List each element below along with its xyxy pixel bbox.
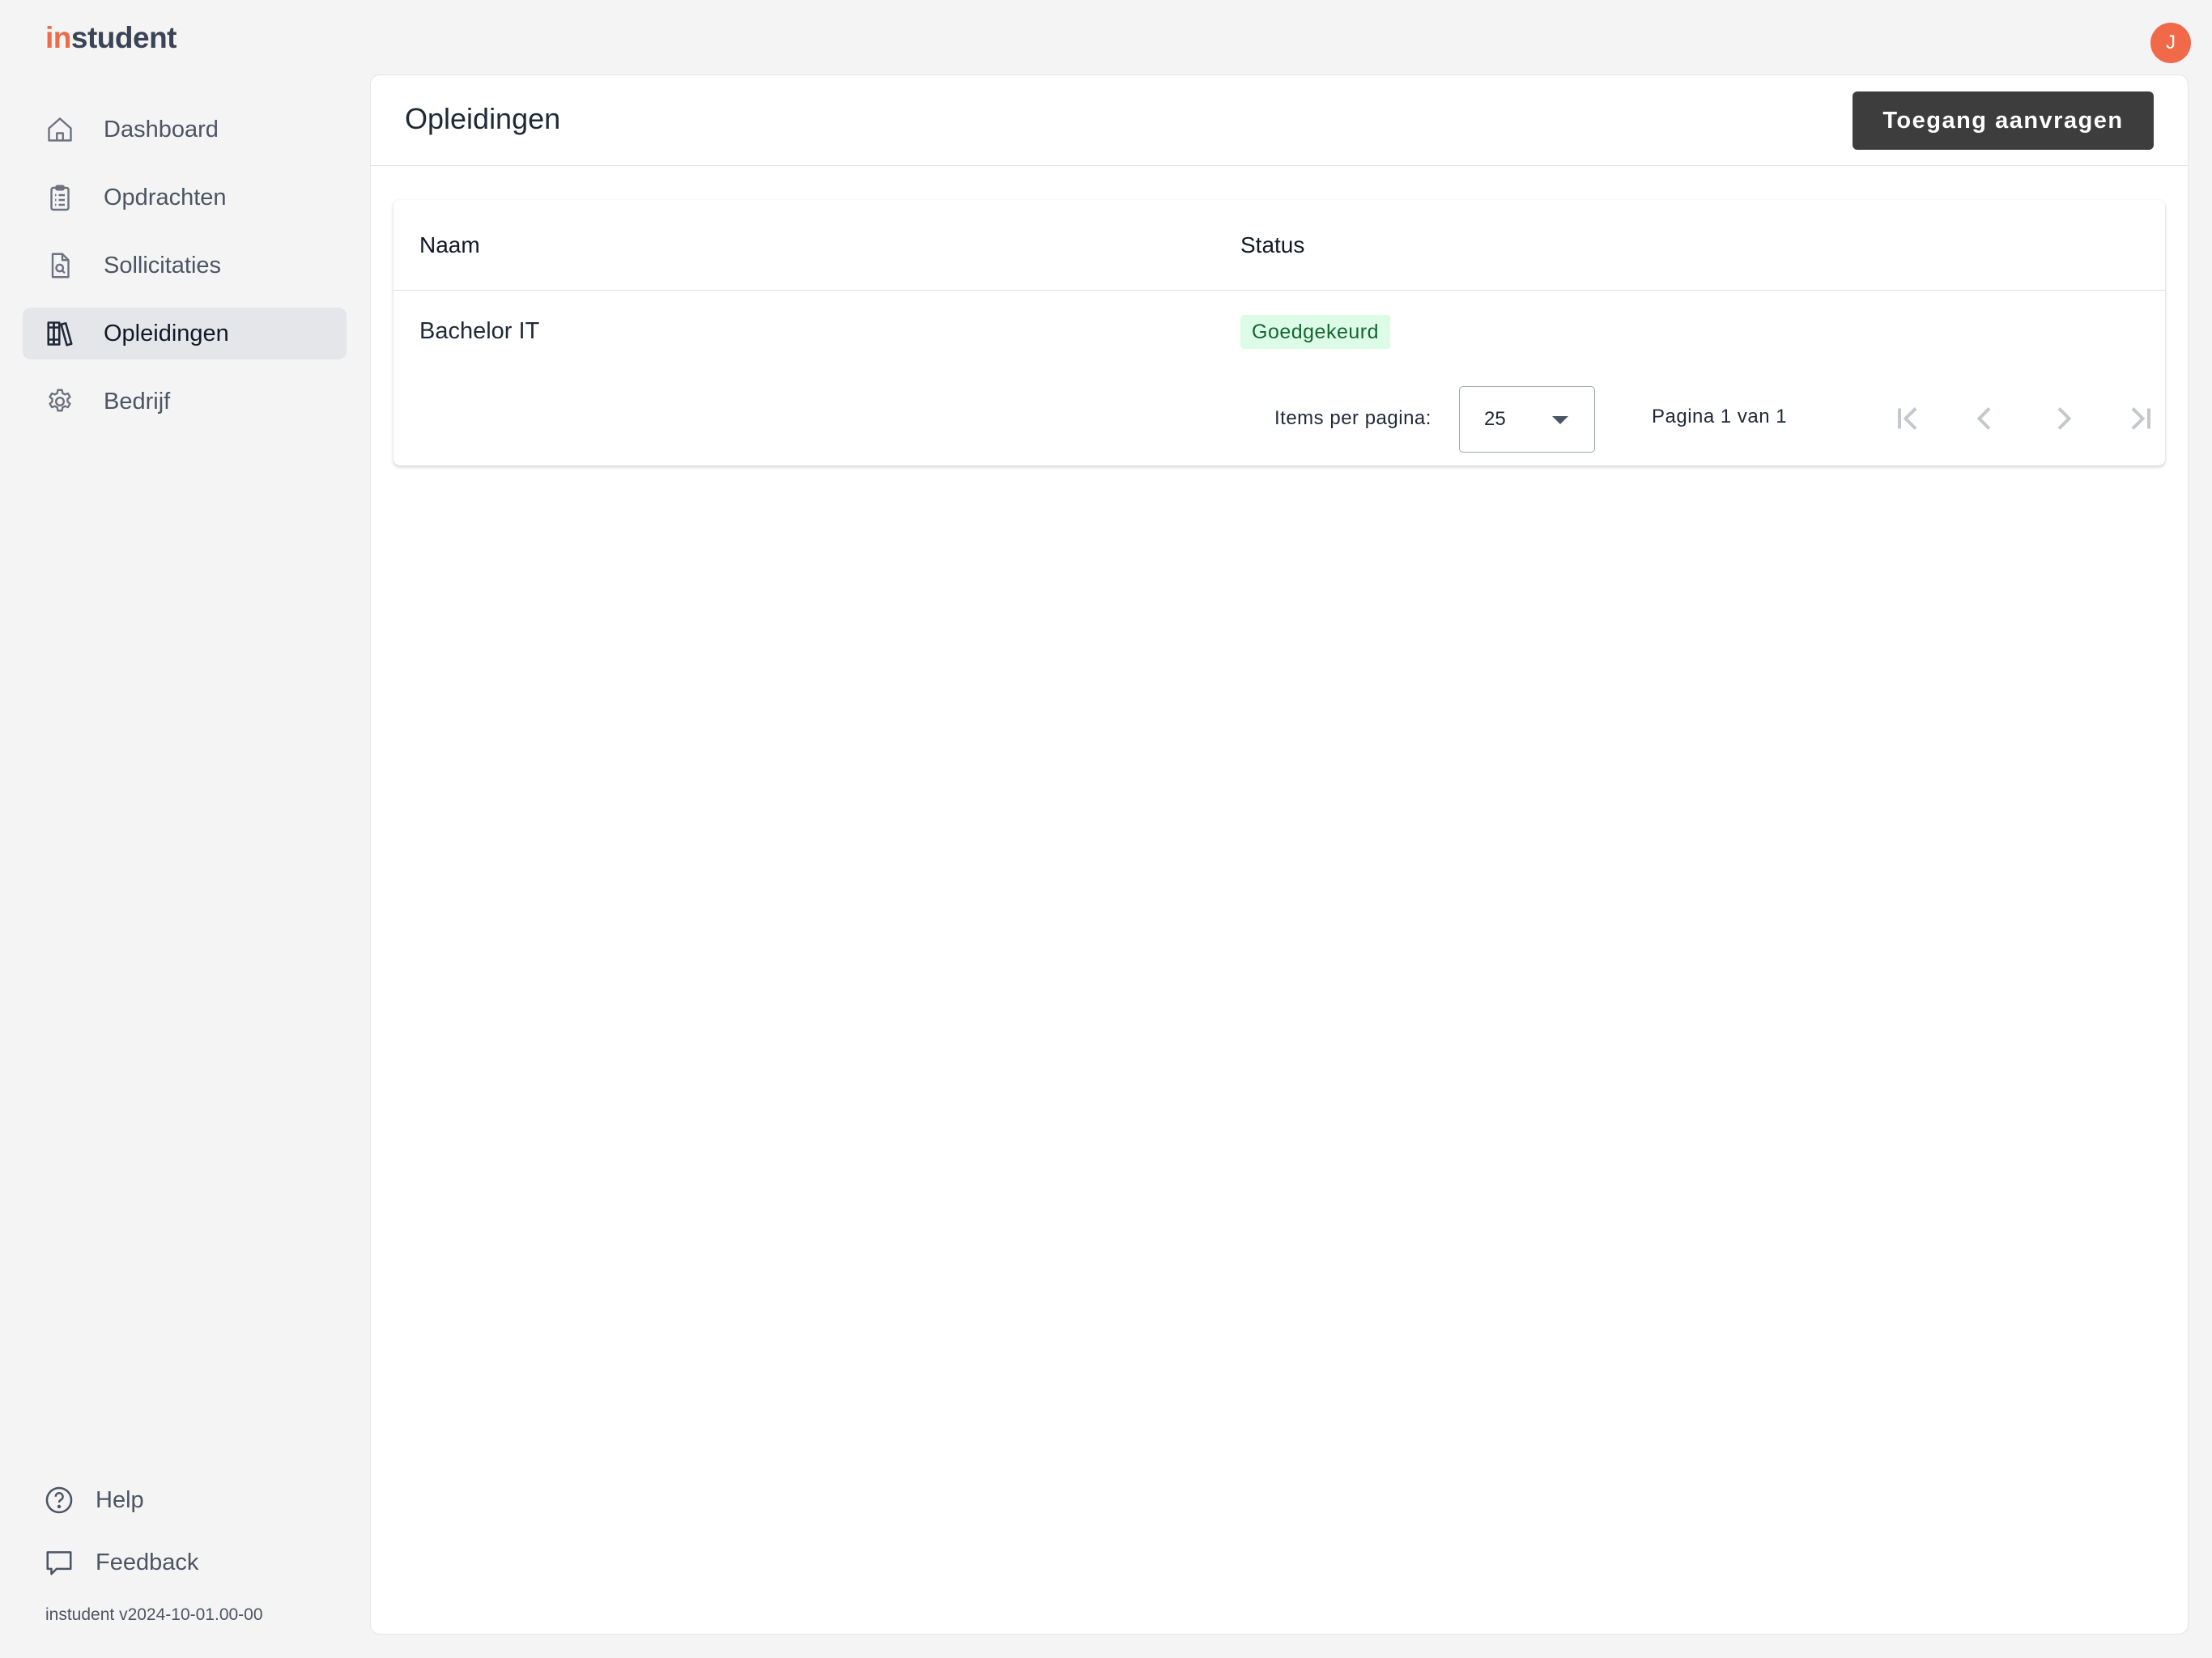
table-row[interactable]: Bachelor IT Goedgekeurd (393, 291, 2165, 372)
cell-name: Bachelor IT (419, 318, 540, 344)
user-avatar[interactable]: J (2150, 23, 2191, 63)
document-search-icon (45, 251, 74, 280)
table-header-row: Naam Status (393, 200, 2165, 291)
items-per-page-label: Items per pagina: (1274, 407, 1431, 429)
sidebar-item-opleidingen[interactable]: Opleidingen (23, 308, 347, 359)
sidebar-item-label: Bedrijf (104, 389, 171, 414)
help-circle-icon (44, 1485, 74, 1516)
paginator: Items per pagina: 25 Pagina 1 van 1 (393, 373, 2165, 461)
dropdown-arrow-icon (1552, 416, 1568, 424)
column-header-naam[interactable]: Naam (419, 231, 480, 260)
page-range-label: Pagina 1 van 1 (1652, 406, 1788, 427)
top-bar: instudent J (0, 0, 2212, 74)
sidebar-item-opdrachten[interactable]: Opdrachten (23, 172, 347, 223)
previous-page-button[interactable] (1961, 394, 2010, 443)
last-page-button[interactable] (2116, 394, 2165, 443)
home-icon (45, 115, 74, 144)
sidebar-item-bedrijf[interactable]: Bedrijf (23, 376, 347, 427)
chevron-left-icon (1976, 407, 1991, 430)
sidebar-item-dashboard[interactable]: Dashboard (23, 104, 347, 155)
sidebar-item-label: Dashboard (104, 117, 219, 142)
books-icon (45, 319, 74, 348)
sidebar-item-label: Opleidingen (104, 321, 229, 346)
sidebar-item-sollicitaties[interactable]: Sollicitaties (23, 240, 347, 291)
page-header: Opleidingen Toegang aanvragen (371, 75, 2188, 166)
status-badge: Goedgekeurd (1240, 315, 1391, 349)
gear-icon (45, 387, 74, 416)
version-label: instudent v2024-10-01.00-00 (45, 1605, 263, 1624)
next-page-button[interactable] (2039, 394, 2087, 443)
help-label: Help (96, 1487, 144, 1513)
main-panel: Opleidingen Toegang aanvragen Naam Statu… (370, 74, 2189, 1635)
sidebar-item-label: Opdrachten (104, 185, 227, 210)
last-page-icon (2131, 407, 2150, 430)
feedback-label: Feedback (96, 1550, 199, 1575)
chevron-right-icon (2057, 407, 2072, 430)
clipboard-list-icon (45, 183, 74, 212)
help-link[interactable]: Help (44, 1482, 335, 1517)
page-title: Opleidingen (405, 102, 561, 135)
request-access-button[interactable]: Toegang aanvragen (1853, 91, 2154, 150)
items-per-page-select[interactable]: 25 (1459, 386, 1595, 453)
app-logo[interactable]: instudent (45, 21, 177, 55)
courses-table: Naam Status Bachelor IT Goedgekeurd Item… (393, 200, 2165, 466)
chat-bubble-icon (44, 1547, 74, 1578)
sidebar-item-label: Sollicitaties (104, 253, 222, 278)
first-page-button[interactable] (1883, 394, 1932, 443)
first-page-icon (1898, 407, 1917, 430)
column-header-status[interactable]: Status (1240, 231, 1304, 260)
items-per-page-value: 25 (1484, 408, 1506, 430)
feedback-link[interactable]: Feedback (44, 1544, 335, 1579)
sidebar: Dashboard Opdrachten Sollicitaties Oplei… (0, 74, 369, 1658)
